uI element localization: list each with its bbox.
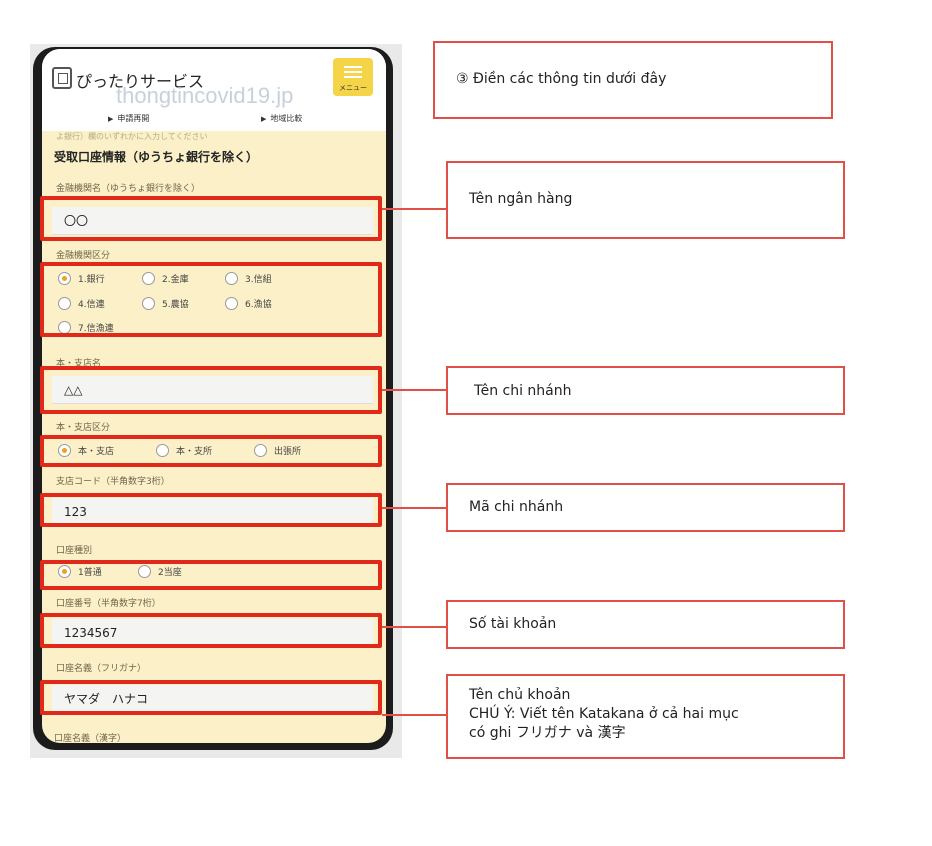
nav-link-resume[interactable]: ▶ 申請再開: [108, 113, 149, 124]
bank-name-label: 金融機関名（ゆうちょ銀行を除く）: [56, 184, 201, 194]
callout-branch-name-text: Tên chi nhánh: [474, 383, 572, 399]
account-number-label: 口座番号（半角数字7桁）: [56, 599, 161, 609]
holder-kana-label: 口座名義（フリガナ）: [56, 664, 147, 674]
highlight-branch-type: [40, 435, 382, 467]
connector-holder: [382, 714, 446, 716]
callout-bank-name: Tên ngân hàng: [446, 161, 845, 239]
highlight-bank-name: [40, 196, 382, 241]
menu-label: メニュー: [339, 84, 367, 92]
callout-branch-code-text: Mã chi nhánh: [469, 499, 564, 515]
highlight-holder-kana: [40, 680, 382, 715]
connector-account-number: [382, 626, 446, 628]
hamburger-icon: [344, 66, 362, 68]
callout-step: ③ Điền các thông tin dưới đây: [433, 41, 833, 119]
connector-branch-name: [382, 389, 446, 391]
nav-label: 申請再開: [117, 114, 150, 123]
triangle-icon: ▶: [261, 115, 267, 123]
account-type-label: 口座種別: [56, 546, 93, 556]
section-title: 受取口座情報（ゆうちょ銀行を除く）: [54, 150, 259, 164]
highlight-branch-name: [40, 366, 382, 414]
nav-label: 地域比較: [270, 114, 303, 123]
callout-holder-text: Tên chủ khoản CHÚ Ý: Viết tên Katakana ở…: [469, 686, 739, 743]
callout-branch-code: Mã chi nhánh: [446, 483, 845, 532]
connector-bank-name: [382, 208, 446, 210]
highlight-branch-code: [40, 493, 382, 527]
nav-link-compare[interactable]: ▶ 地域比較: [261, 113, 302, 124]
callout-holder-line-3: có ghi フリガナ và 漢字: [469, 725, 626, 741]
highlight-account-number: [40, 613, 382, 648]
callout-holder-line-2: CHÚ Ý: Viết tên Katakana ở cả hai mục: [469, 706, 739, 722]
callout-bank-name-text: Tên ngân hàng: [469, 191, 573, 207]
callout-step-text: ③ Điền các thông tin dưới đây: [456, 71, 667, 87]
callout-holder-line-1: Tên chủ khoản: [469, 687, 571, 703]
hamburger-icon-bar: [344, 76, 362, 78]
callout-account-number-text: Số tài khoản: [469, 616, 557, 632]
hint-text: よ銀行）欄のいずれかに入力してください: [56, 132, 208, 141]
callout-holder: Tên chủ khoản CHÚ Ý: Viết tên Katakana ở…: [446, 674, 845, 759]
app-header: ぴったりサービス thongtincovid19.jp メニュー ▶ 申請再開 ▶…: [42, 49, 386, 131]
menu-button[interactable]: メニュー: [333, 58, 373, 96]
connector-branch-code: [382, 507, 446, 509]
branch-code-label: 支店コード（半角数字3桁）: [56, 477, 170, 487]
branch-type-label: 本・支店区分: [56, 423, 111, 433]
hamburger-icon-bar: [344, 71, 362, 73]
callout-branch-name: Tên chi nhánh: [446, 366, 845, 415]
triangle-icon: ▶: [108, 115, 114, 123]
holder-kanji-label: 口座名義（漢字）: [54, 734, 127, 743]
service-logo-icon: [52, 67, 72, 89]
highlight-account-type: [40, 560, 382, 590]
highlight-bank-type: [40, 262, 382, 337]
callout-account-number: Số tài khoản: [446, 600, 845, 649]
bank-type-label: 金融機関区分: [56, 251, 111, 261]
watermark: thongtincovid19.jp: [116, 83, 294, 108]
